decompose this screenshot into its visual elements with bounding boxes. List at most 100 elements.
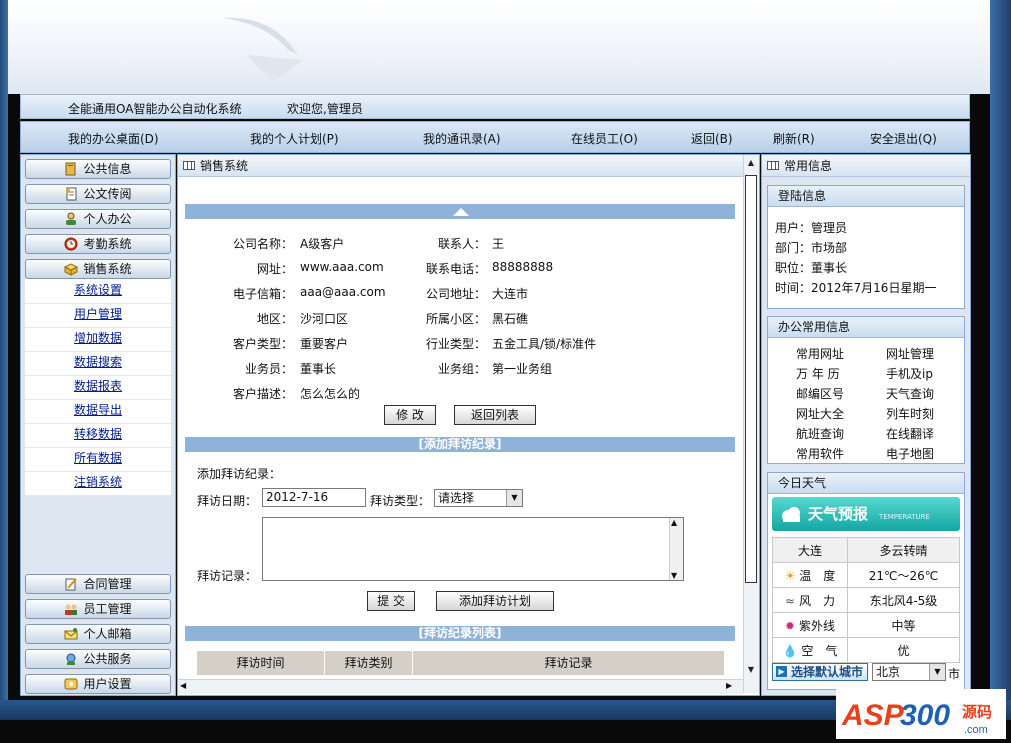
right-panel-header: 常用信息 xyxy=(762,155,970,177)
air-icon: 💧 xyxy=(782,643,798,658)
back-to-list-button[interactable]: 返回列表 xyxy=(454,405,536,425)
nav-refresh[interactable]: 刷新(R) xyxy=(773,130,815,147)
weather-banner-sub: TEMPERATURE xyxy=(879,513,930,521)
link-calendar[interactable]: 万 年 历 xyxy=(796,365,840,382)
submenu-search-data[interactable]: 数据搜索 xyxy=(25,351,171,376)
sales-submenu: 系统设置 用户管理 增加数据 数据搜索 数据报表 数据导出 转移数据 所有数据 … xyxy=(25,279,171,496)
select-default-city-button[interactable]: ▶ 选择默认城市 xyxy=(772,663,868,681)
weather-table: 大连 多云转晴 ☀ 温 度 21℃～26℃ ≈ 风 力 东北风4-5级 ✹ 紫外… xyxy=(772,537,960,663)
website-label: 网址： xyxy=(256,262,293,276)
scroll-up-icon[interactable]: ▲ xyxy=(671,518,677,527)
link-phone-ip[interactable]: 手机及ip xyxy=(886,365,933,382)
nav-personal-plan[interactable]: 我的个人计划(P) xyxy=(250,130,339,147)
visit-type-label: 拜访类型： xyxy=(370,494,431,508)
link-flight-query[interactable]: 航班查询 xyxy=(796,425,844,442)
login-info-header: 登陆信息 xyxy=(768,186,964,207)
link-common-sites[interactable]: 常用网址 xyxy=(796,345,844,362)
link-online-translate[interactable]: 在线翻译 xyxy=(886,425,934,442)
menu-label: 员工管理 xyxy=(83,602,132,616)
menu-personal-office[interactable]: 个人办公 xyxy=(25,209,171,229)
menu-mailbox[interactable]: 个人邮箱 xyxy=(25,624,171,644)
chevron-down-icon[interactable]: ▼ xyxy=(506,490,522,506)
menu-attendance[interactable]: 考勤系统 xyxy=(25,234,171,254)
main-vertical-scrollbar[interactable]: ▲ ▼ xyxy=(743,155,759,693)
submenu-system-settings[interactable]: 系统设置 xyxy=(25,279,171,304)
service-icon xyxy=(64,652,78,666)
person-icon xyxy=(64,212,78,226)
nav-back[interactable]: 返回(B) xyxy=(691,130,733,147)
weather-panel: 今日天气 天气预报 TEMPERATURE 大连 多云转晴 ☀ 温 度 21℃～… xyxy=(767,472,965,690)
weather-banner: 天气预报 TEMPERATURE xyxy=(772,497,960,531)
textarea-scrollbar[interactable]: ▲ ▼ xyxy=(669,518,683,580)
link-postal-code[interactable]: 邮编区号 xyxy=(796,385,844,402)
nav-address-book[interactable]: 我的通讯录(A) xyxy=(423,130,501,147)
add-visit-header: [添加拜访纪录] xyxy=(185,437,735,452)
sales-group-value: 第一业务组 xyxy=(492,362,553,376)
menu-contract[interactable]: 合同管理 xyxy=(25,574,171,594)
area-value: 沙河口区 xyxy=(300,312,349,326)
link-common-software[interactable]: 常用软件 xyxy=(796,445,844,462)
submenu-data-report[interactable]: 数据报表 xyxy=(25,375,171,400)
visit-date-input[interactable]: 2012-7-16 xyxy=(262,488,366,507)
link-e-map[interactable]: 电子地图 xyxy=(886,445,934,462)
visit-record-textarea[interactable]: ▲ ▼ xyxy=(262,517,684,581)
main-horizontal-scrollbar[interactable]: ◀ ▶ xyxy=(178,679,743,694)
menu-staff[interactable]: 员工管理 xyxy=(25,599,171,619)
submenu-add-data[interactable]: 增加数据 xyxy=(25,327,171,352)
menu-label: 销售系统 xyxy=(83,262,132,276)
menu-label: 公共信息 xyxy=(83,162,132,176)
login-info-panel: 登陆信息 用户：管理员 部门：市场部 职位：董事长 时间：2012年7月16日星… xyxy=(767,185,965,309)
scroll-thumb[interactable] xyxy=(745,175,757,583)
link-train-schedule[interactable]: 列车时刻 xyxy=(886,405,934,422)
link-weather-query[interactable]: 天气查询 xyxy=(886,385,934,402)
window-border-right xyxy=(990,0,1011,712)
menu-sales-system[interactable]: 销售系统 xyxy=(25,259,171,279)
submenu-user-management[interactable]: 用户管理 xyxy=(25,303,171,328)
scroll-down-icon[interactable]: ▼ xyxy=(746,665,756,675)
submit-button[interactable]: 提 交 xyxy=(367,591,415,611)
sales-group-label: 业务组： xyxy=(437,362,486,376)
table-icon xyxy=(767,161,779,170)
edit-button[interactable]: 修 改 xyxy=(384,405,436,425)
submenu-export-data[interactable]: 数据导出 xyxy=(25,399,171,424)
weather-banner-title: 天气预报 xyxy=(808,505,869,523)
menu-document[interactable]: 公文传阅 xyxy=(25,184,171,204)
menu-label: 个人邮箱 xyxy=(83,627,132,641)
chevron-down-icon[interactable]: ▼ xyxy=(929,664,945,680)
window-border-left xyxy=(0,0,8,712)
menu-public-service[interactable]: 公共服务 xyxy=(25,649,171,669)
scroll-up-icon[interactable]: ▲ xyxy=(746,158,756,168)
visit-list-header: [拜访纪录列表] xyxy=(185,626,735,641)
submenu-logout[interactable]: 注销系统 xyxy=(25,471,171,496)
nav-online-staff[interactable]: 在线员工(O) xyxy=(571,130,638,147)
link-site-directory[interactable]: 网址大全 xyxy=(796,405,844,422)
website-value: www.aaa.com xyxy=(300,260,384,274)
menu-user-settings[interactable]: 用户设置 xyxy=(25,674,171,694)
svg-text:ASP: ASP xyxy=(841,699,905,732)
contract-icon xyxy=(64,577,78,591)
scroll-down-icon[interactable]: ▼ xyxy=(671,571,677,580)
svg-text:300: 300 xyxy=(900,699,950,732)
col-visit-type: 拜访类别 xyxy=(325,651,413,675)
city-select[interactable]: 北京 ▼ xyxy=(872,663,946,681)
submenu-all-data[interactable]: 所有数据 xyxy=(25,447,171,472)
menu-public-info[interactable]: 公共信息 xyxy=(25,159,171,179)
scroll-right-icon[interactable]: ▶ xyxy=(726,681,732,690)
right-panel: 常用信息 登陆信息 用户：管理员 部门：市场部 职位：董事长 时间：2012年7… xyxy=(761,154,971,696)
system-name: 全能通用OA智能办公自动化系统 xyxy=(68,102,242,116)
submenu-transfer-data[interactable]: 转移数据 xyxy=(25,423,171,448)
link-site-management[interactable]: 网址管理 xyxy=(886,345,934,362)
menu-label: 公文传阅 xyxy=(83,187,132,201)
add-visit-plan-button[interactable]: 添加拜访计划 xyxy=(436,591,554,611)
collapse-band[interactable] xyxy=(185,204,735,219)
customer-type-value: 重要客户 xyxy=(300,337,349,351)
nav-desktop[interactable]: 我的办公桌面(D) xyxy=(68,130,159,147)
asp300-logo: ASP 300 源码 .com xyxy=(836,689,1006,739)
uv-value: 中等 xyxy=(847,612,960,638)
login-position: 职位：董事长 xyxy=(775,261,848,275)
nav-logout[interactable]: 安全退出(Q) xyxy=(870,130,937,147)
scroll-left-icon[interactable]: ◀ xyxy=(180,681,186,690)
table-icon xyxy=(183,161,195,170)
asp300-logo-graphic: ASP 300 源码 .com xyxy=(841,699,992,736)
visit-type-select[interactable]: 请选择 ▼ xyxy=(434,489,523,507)
